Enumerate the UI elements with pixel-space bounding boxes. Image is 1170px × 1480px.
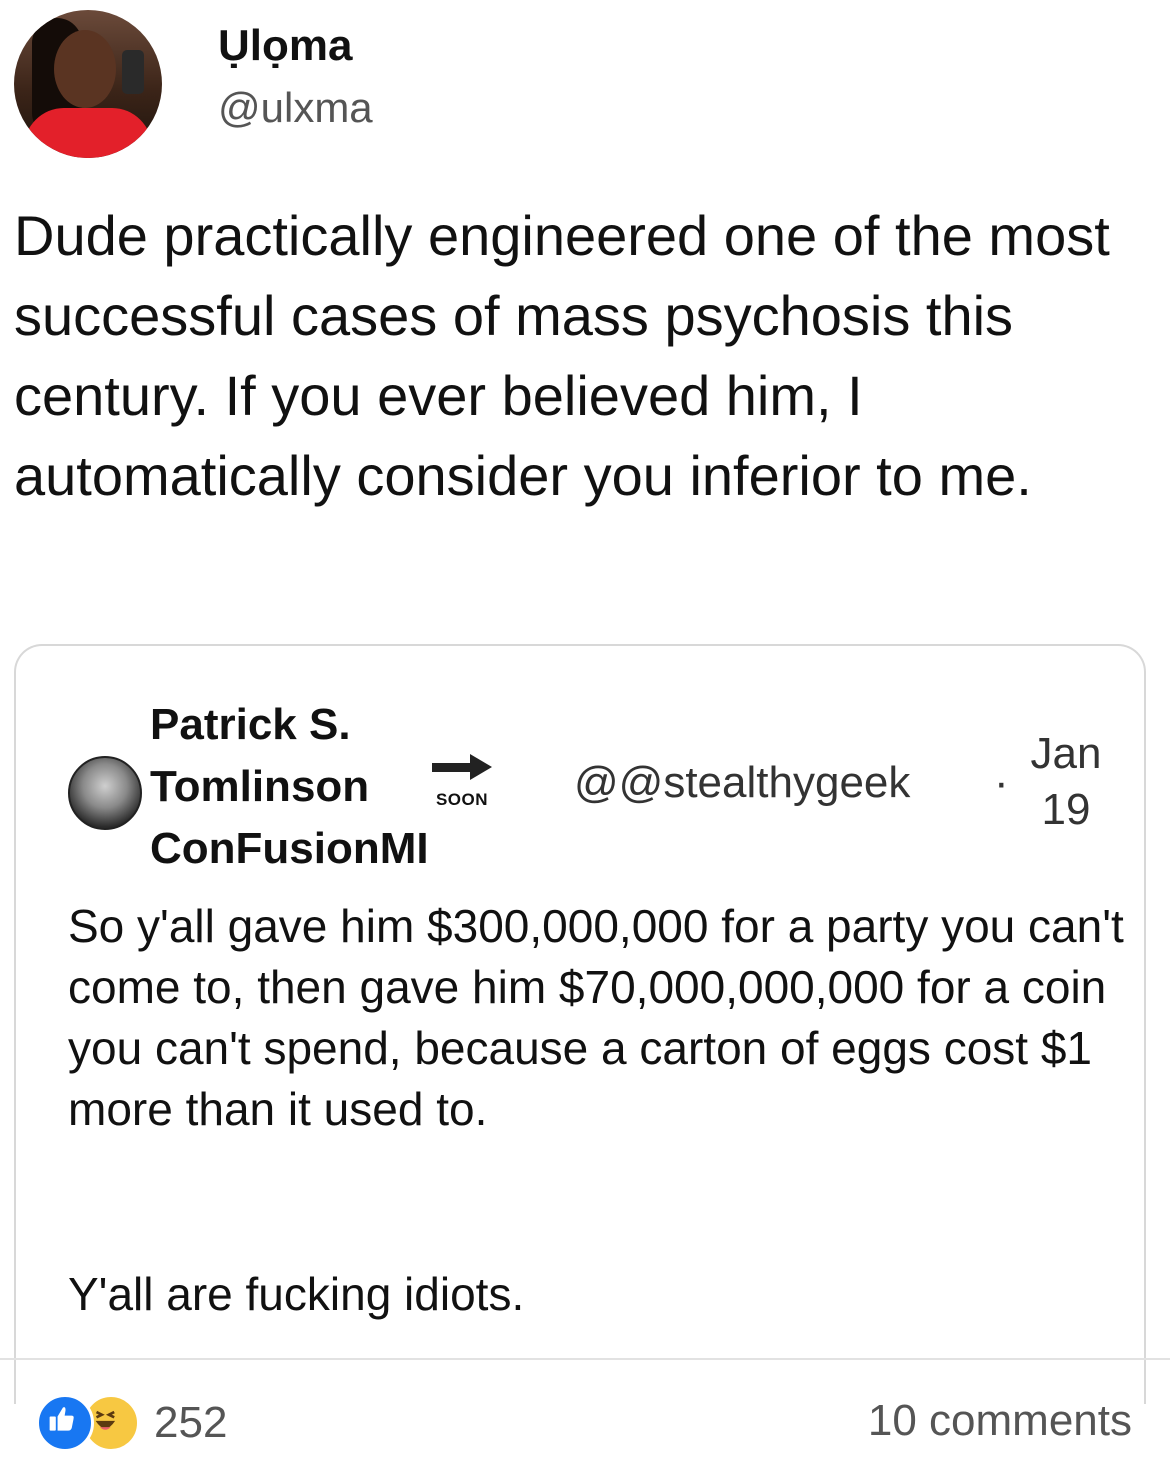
post-text: Dude practically engineered one of the m…: [14, 204, 1110, 507]
quoted-handle[interactable]: @@stealthygeek: [574, 752, 910, 814]
quoted-text: So y'all gave him $300,000,000 for a par…: [68, 900, 1124, 1135]
like-icon: [36, 1394, 94, 1452]
author-display-name[interactable]: Ụlọma: [218, 18, 373, 74]
arrow-right-icon: [432, 754, 492, 780]
avatar[interactable]: [14, 10, 162, 158]
soon-label: SOON: [435, 790, 489, 809]
quoted-date-day: 19: [1041, 785, 1091, 834]
comments-link[interactable]: 10 comments: [868, 1396, 1132, 1446]
post-author: Ụlọma @ulxma: [14, 10, 373, 158]
reaction-count: 252: [154, 1398, 228, 1447]
quoted-name-line3: ConFusionMI: [150, 824, 429, 873]
soon-badge: SOON: [422, 754, 502, 814]
separator-dot: ·: [994, 758, 1009, 807]
quoted-date[interactable]: Jan 19: [1016, 726, 1116, 838]
quoted-name-line2: Tomlinson: [150, 762, 370, 811]
author-names: Ụlọma @ulxma: [218, 18, 373, 136]
quoted-post[interactable]: Patrick S. Tomlinson ConFusionMI SOON @@…: [14, 644, 1146, 1404]
quoted-author-name[interactable]: Patrick S. Tomlinson ConFusionMI: [150, 694, 429, 880]
quoted-date-month: Jan: [1030, 729, 1102, 778]
quoted-avatar[interactable]: [68, 756, 142, 830]
post-footer: 252 10 comments: [0, 1360, 1170, 1480]
quoted-name-line1: Patrick S.: [150, 700, 351, 749]
quoted-text-closing: Y'all are fucking idiots.: [68, 1268, 525, 1320]
author-handle[interactable]: @ulxma: [218, 80, 373, 136]
reactions-summary[interactable]: 252: [36, 1394, 227, 1452]
